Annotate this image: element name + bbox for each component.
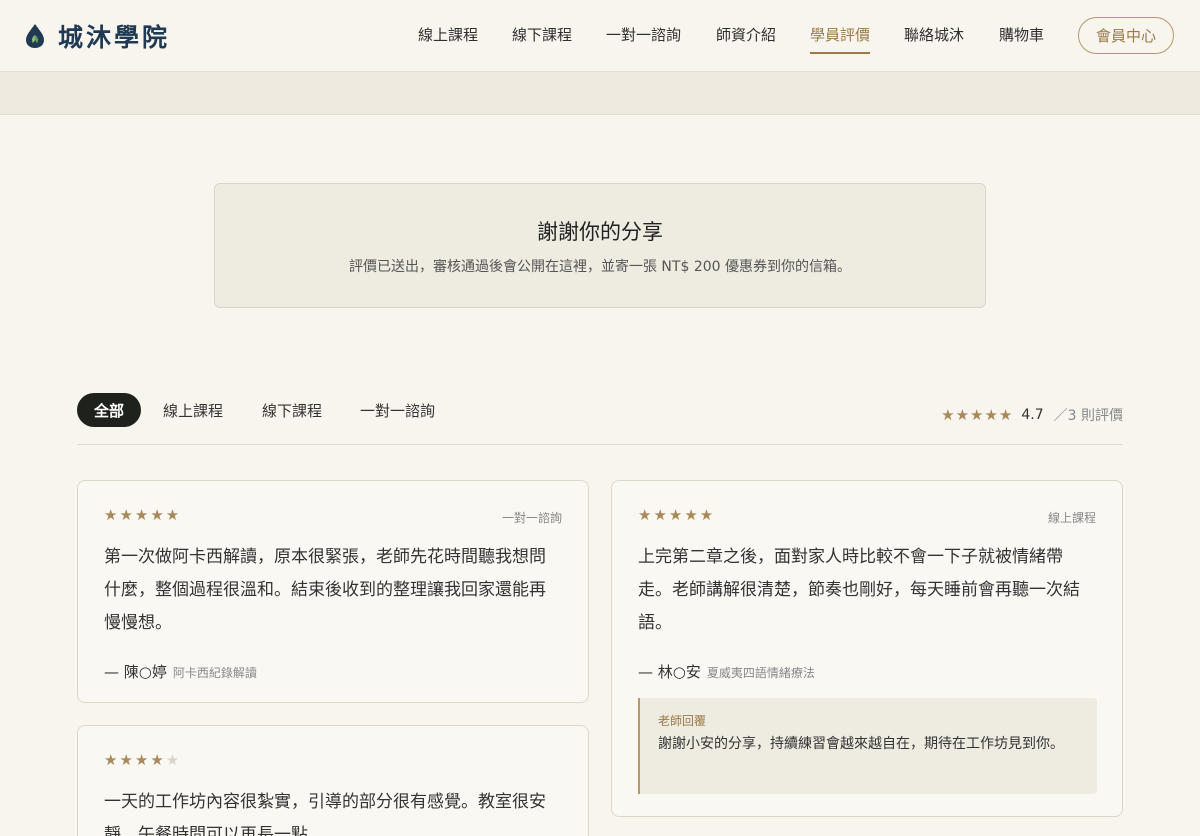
thank-you-notice: 謝謝你的分享 評價已送出，審核通過後會公開在這裡，並寄一張 NT$ 200 優惠… — [214, 183, 986, 308]
filter-tab-consultation[interactable]: 一對一諮詢 — [360, 393, 435, 427]
summary-stars-icon: ★★★★★ — [941, 406, 1014, 424]
rating-stars-icon: ★★★★★ — [104, 751, 181, 769]
review-text: 一天的工作坊內容很紮實，引導的部分很有感覺。教室很安靜，午餐時間可以再長一點。 — [104, 792, 546, 836]
review-text: 上完第二章之後，面對家人時比較不會一下子就被情緒帶走。老師講解很清楚，節奏也剛好… — [638, 547, 1080, 633]
teacher-reply-text: 謝謝小安的分享，持續練習會越來越自在，期待在工作坊見到你。 — [658, 736, 1064, 752]
review-category: 一對一諮詢 — [501, 511, 562, 525]
review-category: 線上課程 — [1047, 511, 1096, 525]
drop-leaf-logo-icon — [26, 24, 44, 48]
author-name: — 陳○婷 — [104, 663, 167, 681]
nav-teachers[interactable]: 師資介紹 — [716, 24, 776, 48]
site-logo[interactable]: 城沐學院 — [24, 20, 170, 52]
review-card: ★★★★★ 線上課程 上完第二章之後，面對家人時比較不會一下子就被情緒帶走。老師… — [611, 480, 1123, 817]
nav-cart[interactable]: 購物車 — [999, 24, 1044, 48]
average-score: 4.7 — [1021, 407, 1044, 423]
author-name: — 林○安 — [638, 663, 701, 681]
stars-empty: ★ — [165, 751, 182, 769]
review-count: ／3 則評價 — [1053, 408, 1123, 424]
nav-reviews[interactable]: 學員評價 — [810, 24, 871, 54]
stars-filled: ★★★★ — [104, 751, 166, 769]
divider — [77, 444, 1123, 445]
nav-offline-courses[interactable]: 線下課程 — [512, 24, 572, 48]
review-author: — 陳○婷 阿卡西紀錄解讀 — [104, 661, 257, 682]
teacher-reply: 老師回覆 謝謝小安的分享，持續練習會越來越自在，期待在工作坊見到你。 — [638, 698, 1097, 794]
review-text: 第一次做阿卡西解讀，原本很緊張，老師先花時間聽我想問什麼，整個過程很溫和。結束後… — [104, 547, 546, 633]
review-author: — 林○安 夏威夷四語情緒療法 — [638, 661, 815, 682]
filter-tab-all[interactable]: 全部 — [77, 393, 141, 427]
filter-tab-online[interactable]: 線上課程 — [163, 393, 223, 427]
site-header: 城沐學院 線上課程 線下課程 一對一諮詢 師資介紹 學員評價 聯絡城沐 購物車 … — [0, 0, 1200, 72]
member-center-button[interactable]: 會員中心 — [1078, 17, 1174, 54]
rating-summary: ★★★★★ 4.7 ／3 則評價 — [941, 405, 1123, 425]
review-card: ★★★★★ 一對一諮詢 第一次做阿卡西解讀，原本很緊張，老師先花時間聽我想問什麼… — [77, 480, 589, 703]
thank-you-title: 謝謝你的分享 — [537, 220, 663, 244]
site-name: 城沐學院 — [58, 23, 171, 52]
review-course: 阿卡西紀錄解讀 — [172, 666, 257, 680]
header-band — [0, 72, 1200, 115]
thank-you-message: 評價已送出，審核通過後會公開在這裡，並寄一張 NT$ 200 優惠券到你的信箱。 — [348, 259, 851, 275]
review-card: ★★★★★ 一天的工作坊內容很紮實，引導的部分很有感覺。教室很安靜，午餐時間可以… — [77, 725, 589, 836]
rating-stars-icon: ★★★★★ — [638, 506, 716, 524]
nav-consultation[interactable]: 一對一諮詢 — [606, 24, 681, 48]
rating-stars-icon: ★★★★★ — [104, 506, 182, 524]
teacher-reply-label: 老師回覆 — [658, 714, 707, 728]
nav-contact[interactable]: 聯絡城沐 — [904, 24, 964, 48]
review-course: 夏威夷四語情緒療法 — [706, 666, 815, 680]
nav-online-courses[interactable]: 線上課程 — [418, 24, 478, 48]
filter-tab-offline[interactable]: 線下課程 — [262, 393, 322, 427]
